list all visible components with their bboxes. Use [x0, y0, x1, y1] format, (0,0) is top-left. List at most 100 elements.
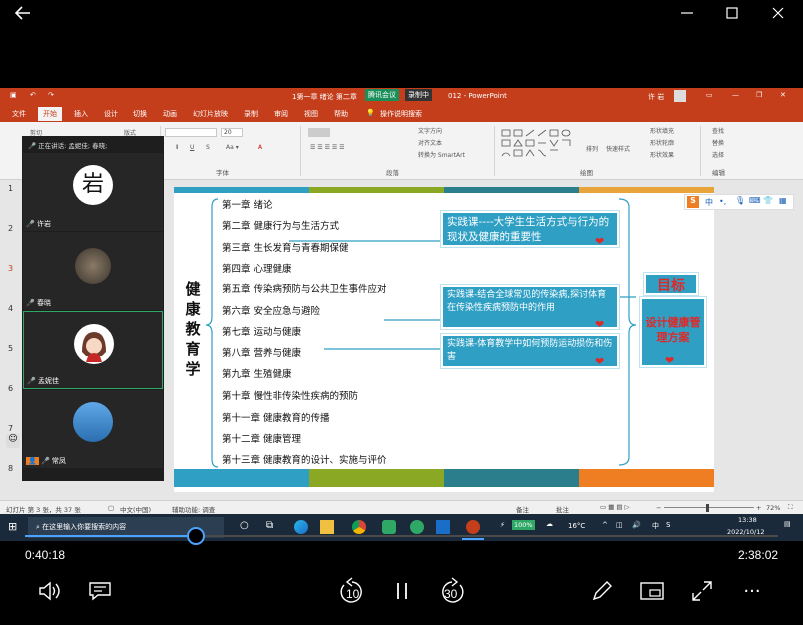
shirt-icon[interactable]: 👕 [763, 196, 773, 205]
skip-back-button[interactable]: 10 [338, 577, 366, 607]
bullets-button[interactable] [308, 128, 330, 137]
file-explorer-icon[interactable] [320, 520, 334, 534]
skip-forward-button[interactable]: 30 [438, 577, 466, 607]
weather-icon[interactable]: ☁ [546, 520, 553, 528]
volume-button[interactable] [36, 577, 64, 605]
zoom-out-icon[interactable]: − [656, 504, 661, 512]
more-options-button[interactable]: ··· [738, 577, 766, 605]
participant-tile[interactable]: 🎤 春晓 [23, 232, 163, 310]
participant-tile[interactable]: 岩 🎤 许岩 [23, 153, 163, 231]
ppt-restore-icon[interactable]: ❐ [756, 91, 762, 99]
ime-toolbar[interactable]: S 中 •, 🎙 ⌨ 👕 ▦ [684, 194, 794, 210]
seek-bar-handle[interactable] [186, 527, 205, 545]
slide-number[interactable]: 8 [8, 464, 13, 473]
bold-button[interactable]: I [176, 144, 178, 151]
quick-styles-button[interactable]: 快速样式 [606, 144, 630, 153]
arrange-button[interactable]: 排列 [586, 144, 598, 153]
text-direction-button[interactable]: 文字方向 [418, 126, 442, 135]
slide-number[interactable]: 2 [8, 224, 13, 233]
grid-icon[interactable]: ▦ [779, 196, 787, 205]
emoji-icon[interactable]: ☺ [6, 434, 20, 448]
spellcheck-icon[interactable]: ▢ [108, 504, 114, 512]
wechat-work-icon[interactable] [410, 520, 424, 534]
subtitles-button[interactable] [86, 577, 114, 605]
replace-button[interactable]: 替换 [712, 138, 724, 147]
undo-icon[interactable]: ↶ [30, 91, 36, 99]
minimize-button[interactable] [674, 0, 700, 26]
zoom-level[interactable]: 72% [766, 504, 780, 512]
tab-file[interactable]: 文件 [12, 109, 26, 119]
shape-fill-button[interactable]: 形状填充 [650, 126, 674, 135]
back-button[interactable] [10, 0, 36, 26]
strikethrough-button[interactable]: S [206, 144, 210, 151]
shapes-gallery[interactable] [500, 128, 578, 160]
ime-indicator[interactable]: 中 [652, 521, 659, 531]
font-size-aa-button[interactable]: Aa ▾ [226, 144, 239, 151]
task-view-icon[interactable]: ⧉ [266, 520, 273, 531]
tab-transitions[interactable]: 切换 [133, 109, 147, 119]
slide-canvas[interactable]: 健康教育学 第一章 绪论 第二章 健康行为与生活方式 第三章 生长发育与青春期保… [174, 187, 714, 492]
chrome-icon[interactable] [352, 520, 366, 534]
maximize-button[interactable] [719, 0, 745, 26]
ppt-minimize-icon[interactable]: — [732, 91, 739, 99]
tab-record[interactable]: 录制 [244, 109, 258, 119]
font-name-box[interactable] [165, 128, 217, 137]
slide-number[interactable]: 3 [8, 264, 13, 273]
cortana-icon[interactable]: ○ [240, 520, 249, 531]
fit-slide-icon[interactable]: ⛶ [788, 503, 793, 512]
zoom-slider[interactable] [664, 507, 754, 508]
tab-animations[interactable]: 动画 [163, 109, 177, 119]
close-button[interactable] [765, 0, 791, 26]
shape-effects-button[interactable]: 形状效果 [650, 150, 674, 159]
seek-bar[interactable] [25, 527, 778, 545]
tell-me-search[interactable]: 操作说明搜索 [380, 109, 422, 119]
recording-badge[interactable]: 录制中 [405, 89, 432, 101]
mini-view-button[interactable] [638, 577, 666, 605]
font-size-box[interactable]: 20 [221, 128, 243, 137]
underline-button[interactable]: U [190, 144, 194, 151]
powerpoint-icon[interactable] [466, 520, 480, 534]
tab-slideshow[interactable]: 幻灯片放映 [193, 109, 228, 119]
convert-smartart-button[interactable]: 转换为 SmartArt [418, 150, 465, 159]
accessibility-status[interactable]: 辅助功能: 调查 [172, 504, 215, 514]
align-text-button[interactable]: 对齐文本 [418, 138, 442, 147]
notes-button[interactable]: 备注 [516, 504, 529, 514]
network-icon[interactable]: ◫ [616, 521, 623, 529]
tab-insert[interactable]: 插入 [74, 109, 88, 119]
ribbon-display-icon[interactable]: ▭ [706, 91, 713, 99]
volume-icon[interactable]: 🔊 [632, 521, 641, 529]
slide-number[interactable]: 5 [8, 344, 13, 353]
temperature[interactable]: 16°C [568, 522, 585, 530]
tab-review[interactable]: 审阅 [274, 109, 288, 119]
slide-number[interactable]: 1 [8, 184, 13, 193]
ime-mode-label[interactable]: 中 [705, 197, 713, 208]
save-icon[interactable]: ▣ [10, 91, 17, 99]
power-icon[interactable]: ⚡ [500, 521, 505, 529]
find-button[interactable]: 查找 [712, 126, 724, 135]
sogou-tray-icon[interactable]: S [666, 521, 670, 529]
font-color-button[interactable]: A [258, 144, 262, 151]
participant-tile-active[interactable]: 🎤 孟妮佳 [23, 311, 163, 389]
battery-indicator[interactable]: 100% [512, 520, 535, 530]
language-label[interactable]: 中文(中国) [120, 504, 151, 514]
select-button[interactable]: 选择 [712, 150, 724, 159]
redo-icon[interactable]: ↷ [48, 91, 54, 99]
view-buttons[interactable]: ▭ ▦ ▤ ▷ [600, 503, 630, 511]
slide-number[interactable]: 4 [8, 304, 13, 313]
tab-design[interactable]: 设计 [104, 109, 118, 119]
fullscreen-button[interactable] [688, 577, 716, 605]
tray-chevron-icon[interactable]: ^ [602, 521, 608, 529]
edge-icon[interactable] [294, 520, 308, 534]
align-buttons[interactable]: ☰ ☰ ☰ ☰ ☰ [310, 144, 345, 151]
punctuation-icon[interactable]: •, [719, 197, 726, 206]
pause-button[interactable] [388, 577, 416, 605]
wechat-icon[interactable] [382, 520, 396, 534]
clock-time[interactable]: 13:38 [738, 516, 757, 524]
comments-button[interactable]: 批注 [556, 504, 569, 514]
slide-number[interactable]: 7 [8, 424, 13, 433]
tab-home[interactable]: 开始 [38, 107, 62, 121]
annotate-button[interactable] [588, 577, 616, 605]
zoom-in-icon[interactable]: + [756, 504, 761, 512]
keyboard-icon[interactable]: ⌨ [749, 196, 761, 205]
tencent-meeting-icon[interactable] [436, 520, 450, 534]
